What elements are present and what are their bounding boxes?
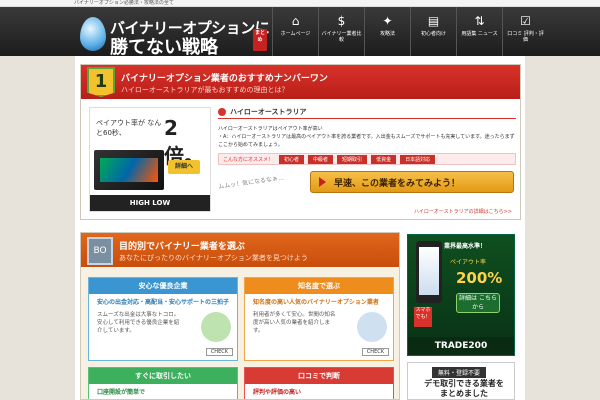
recommend-line2: ・A：ハイローオーストラリアは最高のペイアウト率を誇る業者です。入出金もスムーズ… (218, 134, 515, 148)
detail-link[interactable]: ハイローオーストラリアの詳細はこちら>> (414, 208, 512, 215)
nav-label: 用語集 ニュース (461, 31, 498, 37)
tag: 日本語対応 (400, 154, 436, 164)
bo-badge: BO (87, 237, 113, 265)
card-lead: 知名度の高い人気のバイナリーオプション業者 (253, 299, 379, 306)
section-purpose-subtitle: あなたにぴったりのバイナリーオプション業者を見つけよう (119, 254, 308, 262)
cta-label: 早速、この業者をみてみよう！ (334, 178, 461, 189)
nav-item-2[interactable]: ✦ 攻略法 (364, 7, 410, 56)
tag: 低資金 (371, 154, 397, 164)
banner-detail-button[interactable]: 詳細へ (168, 160, 200, 174)
recommend-tags: こんな方にオススメ！ 初心者 中級者 短期取引 低資金 日本語対応 (218, 153, 516, 165)
bulb-icon: ✦ (382, 14, 393, 28)
highlow-banner[interactable]: ペイアウト率が なんと60秒、 2倍。 詳細へ HIGH LOW (89, 107, 211, 212)
nav-label: ホームページ (280, 31, 311, 37)
card-safe-company[interactable]: 安心な優良企業 安心の出金対応・高配当・安心サポートの三拍子 スムーズな出金は大… (88, 277, 238, 361)
card-body: 利用者が多くて安心。世間の知名度が高い人気の業者を紹介します。 (253, 312, 336, 334)
card-quick-trade[interactable]: すぐに取引したい 口座開設が簡単で (88, 367, 238, 399)
nav-item-0[interactable]: ⌂ ホームページ (272, 7, 318, 56)
cta-button[interactable]: 早速、この業者をみてみよう！ (310, 171, 514, 193)
home-icon: ⌂ (291, 14, 300, 28)
card-popularity[interactable]: 知名度で選ぶ 知名度の高い人気のバイナリーオプション業者 利用者が多くて安心。世… (244, 277, 394, 361)
people-illustration-icon (357, 312, 387, 342)
nav-label: 口コミ 評判・評価 (507, 31, 544, 43)
top-bar: バイナリーオプション必勝法・攻略法の全て (0, 0, 600, 7)
smartphone-stamp: スマホでも！ (414, 307, 432, 327)
card-lead: 安心の出金対応・高配当・安心サポートの三拍子 (97, 299, 230, 306)
tag: 初心者 (279, 154, 305, 164)
section-purpose: BO 目的別でバイナリー業者を選ぶ あなたにぴったりのバイナリーオプション業者を… (80, 232, 400, 400)
nav-label: 初心者向け (420, 31, 446, 37)
card-title: 口コミで判断 (245, 368, 393, 384)
trade200-banner[interactable]: 業界最高水準！ ペイアウト率 200% 詳細は こちらから スマホでも！ TRA… (407, 234, 515, 356)
card-reviews[interactable]: 口コミで判断 評判や評価の高い (244, 367, 394, 399)
recommend-detail: ハイローオーストラリア ハイローオーストラリアはペイアウト率が高い ・A：ハイロ… (218, 107, 516, 215)
trade200-rate-label: ペイアウト率 (450, 259, 487, 266)
cta-row: ムムッ！気になるなぁ… 早速、この業者をみてみよう！ (218, 169, 516, 197)
tag: 短期取引 (337, 154, 368, 164)
demo-top: 無料・登録不要 (432, 367, 487, 378)
check-button[interactable]: CHECK (361, 348, 389, 356)
nav-item-1[interactable]: $ バイナリー業者比較 (318, 7, 364, 56)
nav-label: バイナリー業者比較 (321, 31, 362, 43)
trade200-logo: TRADE200 (408, 337, 514, 355)
tags-label: こんな方にオススメ！ (223, 156, 274, 163)
handwritten-note: ムムッ！気になるなぁ… (217, 174, 285, 191)
nav-label: 攻略法 (379, 31, 395, 37)
section-recommend-subtitle: ハイローオーストラリアが最もおすすめの理由とは？ (121, 86, 289, 94)
card-title: 知名度で選ぶ (245, 278, 393, 294)
play-arrow-icon (319, 177, 326, 187)
highlow-logo: HIGH LOW (90, 195, 210, 211)
card-lead: 評判や評価の高い (253, 389, 302, 396)
updown-icon: ⇅ (474, 14, 485, 28)
nav-item-5[interactable]: ☑ 口コミ 評判・評価 (502, 7, 548, 56)
top-bar-text: バイナリーオプション必勝法・攻略法の全て (74, 0, 174, 6)
nav-item-4[interactable]: ⇅ 用語集 ニュース (456, 7, 502, 56)
demo-banner[interactable]: 無料・登録不要 デモ取引できる業者をまとめました (407, 362, 515, 400)
rank-badge: 1 (87, 67, 115, 97)
money-illustration-icon (201, 312, 231, 342)
recommend-heading-text: ハイローオーストラリア (230, 107, 307, 116)
trade200-rate: 200% (456, 269, 503, 287)
demo-main: デモ取引できる業者をまとめました (424, 379, 504, 398)
rank-number: 1 (94, 71, 108, 92)
section-purpose-title: 目的別でバイナリー業者を選ぶ (119, 242, 245, 252)
money-icon: $ (337, 14, 346, 28)
recommend-line1: ハイローオーストラリアはペイアウト率が高い (218, 126, 323, 132)
device-image (94, 150, 164, 190)
card-body: スムーズな出金は大事なトコロ。安心して利用できる優良企業を紹介しています。 (97, 312, 180, 334)
banner-text: ペイアウト率が なんと60秒、 (96, 119, 162, 137)
logo-drop-icon[interactable] (80, 17, 106, 51)
section-recommend-title: バイナリーオプション業者のおすすめナンバーワン (121, 74, 328, 84)
checklist-icon: ☑ (520, 14, 531, 28)
recommend-heading: ハイローオーストラリア (218, 107, 516, 119)
tag: 中級者 (308, 154, 334, 164)
section-purpose-header: BO 目的別でバイナリー業者を選ぶ あなたにぴったりのバイナリーオプション業者を… (81, 233, 399, 267)
phone-image (416, 241, 442, 303)
logo-badge: まとめ (253, 29, 267, 51)
section-recommend-header: 1 バイナリーオプション業者のおすすめナンバーワン ハイローオーストラリアが最も… (81, 65, 520, 99)
book-icon: ▤ (427, 14, 440, 28)
nav-item-3[interactable]: ▤ 初心者向け (410, 7, 456, 56)
trade200-detail-button[interactable]: 詳細は こちらから (456, 293, 500, 313)
card-title: すぐに取引したい (89, 368, 237, 384)
check-button[interactable]: CHECK (205, 348, 233, 356)
play-icon (218, 107, 226, 116)
main-nav: ⌂ ホームページ $ バイナリー業者比較 ✦ 攻略法 ▤ 初心者向け ⇅ 用語集 ニュース ☑ 口コミ… (272, 7, 548, 56)
section-recommend: 1 バイナリーオプション業者のおすすめナンバーワン ハイローオーストラリアが最も… (80, 64, 521, 220)
card-lead: 口座開設が簡単で (97, 389, 146, 396)
card-title: 安心な優良企業 (89, 278, 237, 294)
trade200-top: 業界最高水準！ (444, 243, 487, 250)
